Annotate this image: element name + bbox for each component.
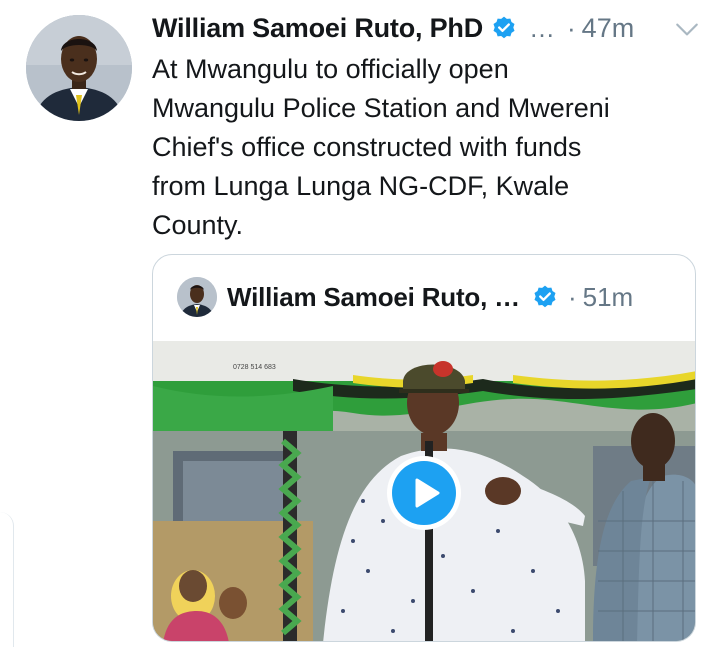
tweet-text: At Mwangulu to officially open Mwangulu … (152, 54, 610, 240)
quoted-tweet-timestamp[interactable]: 51m (583, 282, 634, 313)
author-avatar[interactable] (26, 15, 132, 121)
tweet[interactable]: William Samoei Ruto, PhD … · 47m At Mwan… (0, 0, 719, 647)
separator-dot: · (567, 12, 576, 43)
quoted-tweet-header: William Samoei Ruto, … · 51m (177, 277, 677, 317)
tweet-header: William Samoei Ruto, PhD … · 47m (152, 8, 700, 48)
separator-dot: · (567, 281, 577, 312)
chevron-down-icon[interactable] (674, 16, 700, 42)
handle-ellipsis: … (529, 12, 555, 43)
author-name[interactable]: William Samoei Ruto, PhD (152, 13, 483, 44)
tweet-timestamp[interactable]: 47m (582, 13, 635, 44)
banner-phone-text: 0728 514 683 (233, 364, 276, 371)
verified-badge-icon (491, 15, 517, 41)
play-icon (392, 461, 456, 525)
adjacent-card-edge (0, 512, 14, 647)
play-button[interactable] (387, 456, 461, 530)
verified-badge-icon (532, 284, 558, 310)
quoted-author-avatar (177, 277, 217, 317)
video-thumbnail[interactable]: 0728 514 683 (153, 341, 695, 641)
quoted-author-name[interactable]: William Samoei Ruto, … (227, 282, 520, 313)
avatar-image (26, 15, 132, 121)
quoted-tweet-card[interactable]: William Samoei Ruto, … · 51m 0728 514 68… (152, 254, 696, 642)
